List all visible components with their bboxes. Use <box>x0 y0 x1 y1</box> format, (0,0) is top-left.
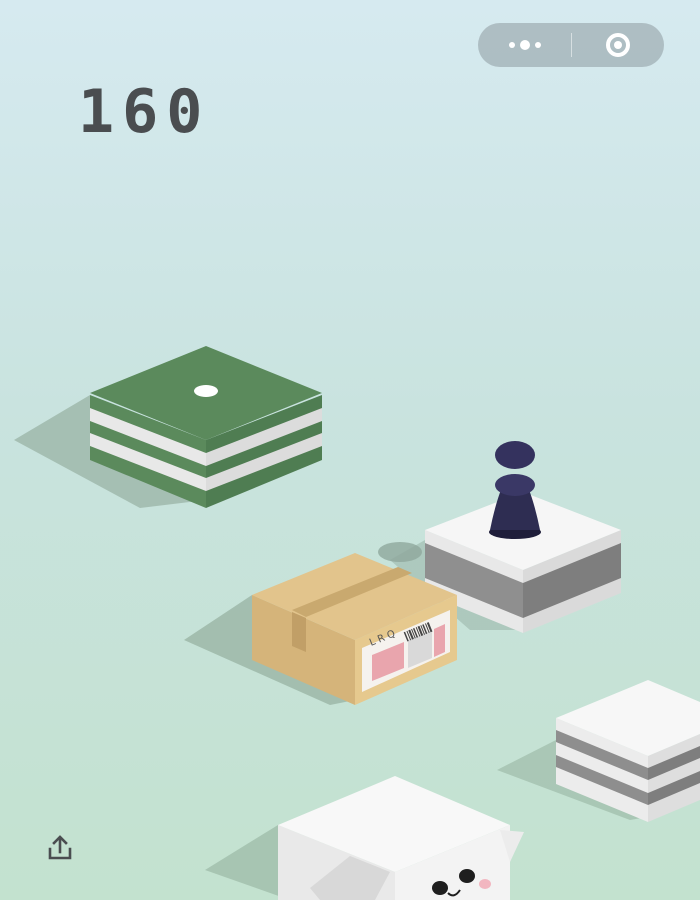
mini-program-capsule <box>478 23 664 67</box>
target-ring-icon <box>606 33 630 57</box>
green-striped-block <box>14 346 322 508</box>
share-button[interactable] <box>44 832 76 864</box>
more-dots-icon <box>508 42 515 48</box>
more-dots-icon-center <box>519 40 530 50</box>
more-button[interactable] <box>478 23 571 67</box>
panda-box <box>205 776 524 900</box>
more-dots-icon-right <box>534 42 541 48</box>
striped-white-block <box>497 680 700 822</box>
score-counter: 160 <box>78 77 211 147</box>
close-button[interactable] <box>572 23 664 67</box>
target-dot-icon <box>194 385 218 397</box>
share-upload-icon <box>48 835 72 860</box>
